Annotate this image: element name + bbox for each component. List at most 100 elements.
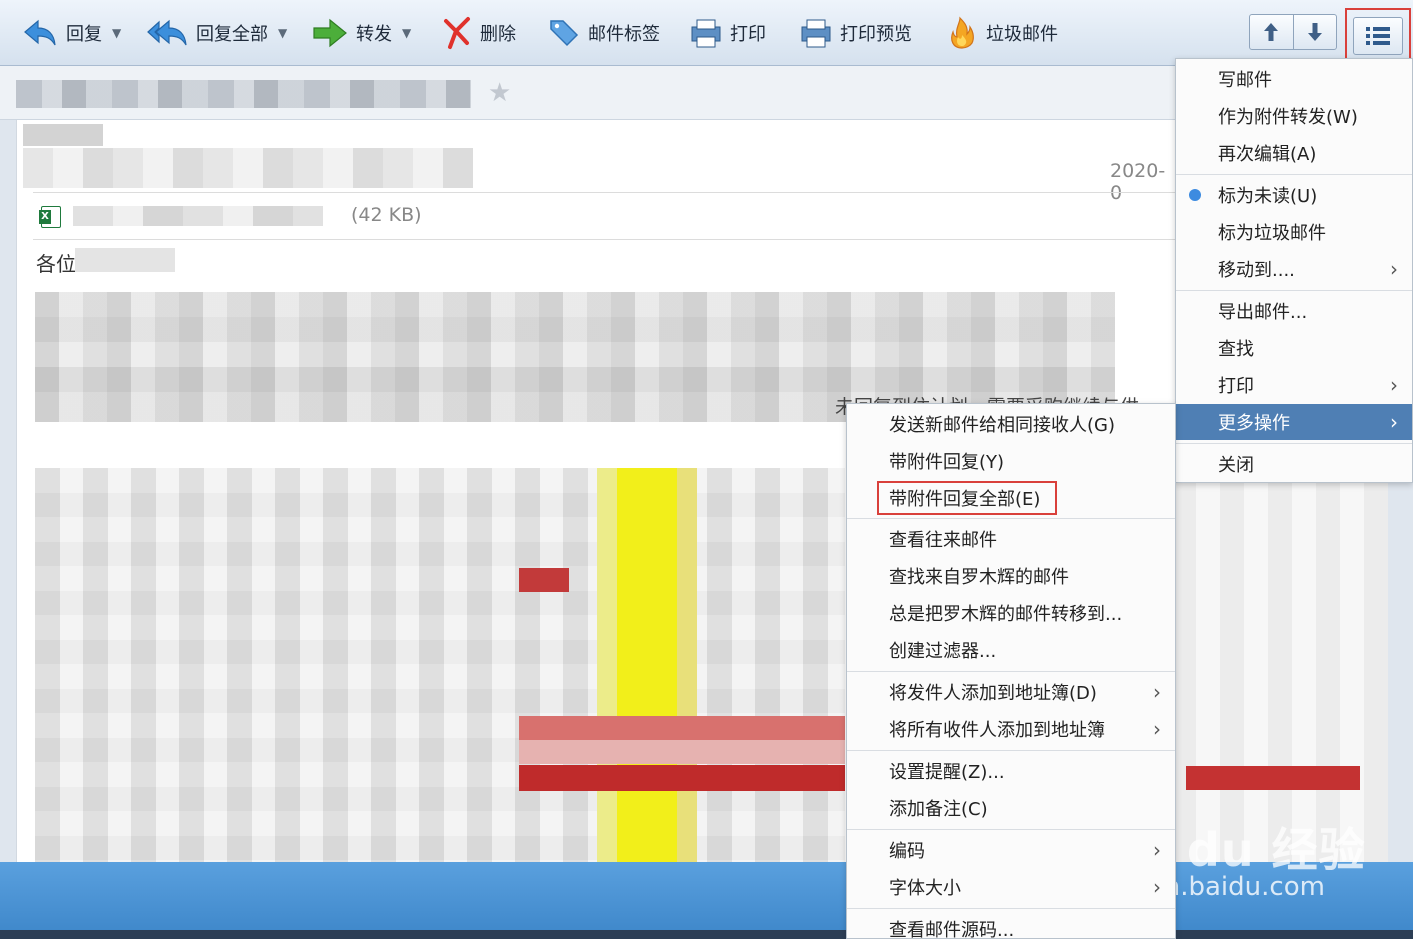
- reply-icon: [24, 19, 56, 46]
- menu-item-label: 标为未读(U): [1218, 186, 1318, 207]
- submenu-view-conversation[interactable]: 查看往来邮件: [847, 521, 1175, 557]
- chevron-right-icon: ›: [1390, 410, 1398, 434]
- reply-button[interactable]: 回复 ▼: [22, 14, 121, 52]
- tag-label: 邮件标签: [588, 24, 660, 45]
- menu-export[interactable]: 导出邮件...: [1176, 293, 1412, 329]
- forward-button[interactable]: 转发 ▼: [312, 14, 411, 52]
- spreadsheet-right-part: [1172, 480, 1388, 862]
- chevron-right-icon: ›: [1153, 875, 1161, 899]
- reply-all-button[interactable]: 回复全部 ▼: [146, 14, 287, 52]
- menu-separator: [1176, 443, 1412, 444]
- chevron-down-icon[interactable]: ▼: [278, 26, 287, 40]
- submenu-add-note[interactable]: 添加备注(C): [847, 790, 1175, 826]
- star-icon[interactable]: ★: [488, 78, 511, 108]
- menu-item-label: 写邮件: [1218, 70, 1272, 91]
- spreadsheet-right-red-row: [1186, 766, 1360, 790]
- tag-icon: [550, 20, 579, 47]
- subject-bar: ★: [0, 66, 1175, 120]
- list-menu-icon: [1366, 26, 1390, 45]
- menu-separator: [1176, 290, 1412, 291]
- submenu-encoding[interactable]: 编码 ›: [847, 832, 1175, 868]
- more-menu-button-face[interactable]: [1353, 16, 1403, 55]
- submenu-add-recipients-to-addressbook[interactable]: 将所有收件人添加到地址簿 ›: [847, 711, 1175, 747]
- menu-item-label: 创建过滤器...: [889, 641, 997, 662]
- more-menu-button[interactable]: [1345, 8, 1411, 63]
- submenu-reply-with-attachment[interactable]: 带附件回复(Y): [847, 443, 1175, 479]
- chevron-right-icon: ›: [1390, 257, 1398, 281]
- submenu-add-sender-to-addressbook[interactable]: 将发件人添加到地址簿(D) ›: [847, 674, 1175, 710]
- embedded-spreadsheet-redacted: [35, 468, 845, 862]
- highlight-box: [877, 481, 1057, 515]
- arrow-down-icon: [1307, 23, 1322, 41]
- delete-label: 删除: [480, 24, 516, 45]
- spreadsheet-dark-red-row: [519, 765, 845, 791]
- taskbar: [0, 930, 1413, 939]
- submenu-create-filter[interactable]: 创建过滤器...: [847, 632, 1175, 668]
- menu-item-label: 发送新邮件给相同接收人(G): [889, 415, 1115, 436]
- print-preview-button[interactable]: 打印预览: [800, 14, 912, 52]
- submenu-set-reminder[interactable]: 设置提醒(Z)...: [847, 753, 1175, 789]
- printer-icon: [691, 19, 721, 48]
- junk-button[interactable]: 垃圾邮件: [946, 14, 1058, 52]
- submenu-always-move-sender[interactable]: 总是把罗木辉的邮件转移到...: [847, 595, 1175, 631]
- chevron-down-icon[interactable]: ▼: [402, 26, 411, 40]
- menu-separator: [847, 829, 1175, 830]
- menu-item-label: 标为垃圾邮件: [1218, 223, 1326, 244]
- menu-item-label: 将发件人添加到地址簿(D): [889, 683, 1097, 704]
- reply-label: 回复: [66, 24, 102, 45]
- subject-redacted: [16, 80, 471, 108]
- menu-item-label: 查看邮件源码...: [889, 920, 1015, 939]
- excel-file-icon: [39, 206, 61, 228]
- reply-all-icon: [147, 19, 187, 46]
- menu-item-label: 更多操作: [1218, 413, 1290, 434]
- menu-mark-unread[interactable]: 标为未读(U): [1176, 177, 1412, 213]
- print-button[interactable]: 打印: [690, 14, 766, 52]
- greeting-text: 各位: [36, 252, 76, 276]
- menu-print[interactable]: 打印 ›: [1176, 367, 1412, 403]
- menu-item-label: 关闭: [1218, 455, 1254, 476]
- menu-forward-as-attachment[interactable]: 作为附件转发(W): [1176, 98, 1412, 134]
- recipients-redacted: [23, 148, 473, 188]
- message-nav: [1249, 14, 1337, 50]
- menu-mark-junk[interactable]: 标为垃圾邮件: [1176, 214, 1412, 250]
- next-message-button[interactable]: [1292, 15, 1337, 49]
- tag-button[interactable]: 邮件标签: [548, 14, 660, 52]
- spreadsheet-highlight-column: [597, 468, 697, 862]
- delete-x-icon: [444, 17, 470, 49]
- menu-item-label: 查看往来邮件: [889, 530, 997, 551]
- menu-more-actions[interactable]: 更多操作 ›: [1176, 404, 1412, 440]
- submenu-font-size[interactable]: 字体大小 ›: [847, 869, 1175, 905]
- menu-compose[interactable]: 写邮件: [1176, 61, 1412, 97]
- menu-item-label: 打印: [1218, 376, 1254, 397]
- arrow-up-icon: [1264, 23, 1279, 41]
- menu-item-label: 设置提醒(Z)...: [889, 762, 1005, 783]
- menu-find[interactable]: 查找: [1176, 330, 1412, 366]
- menu-move-to[interactable]: 移动到.... ›: [1176, 251, 1412, 287]
- delete-button[interactable]: 删除: [442, 14, 516, 52]
- menu-edit-again[interactable]: 再次编辑(A): [1176, 135, 1412, 171]
- menu-separator: [847, 750, 1175, 751]
- previous-message-button[interactable]: [1250, 15, 1293, 49]
- chevron-right-icon: ›: [1153, 717, 1161, 741]
- menu-separator: [1176, 174, 1412, 175]
- reply-all-label: 回复全部: [196, 24, 268, 45]
- spreadsheet-red-cell: [519, 568, 569, 592]
- menu-item-label: 总是把罗木辉的邮件转移到...: [889, 604, 1123, 625]
- menu-item-label: 编码: [889, 841, 925, 862]
- menu-item-label: 查找来自罗木辉的邮件: [889, 567, 1069, 588]
- junk-label: 垃圾邮件: [986, 24, 1058, 45]
- menu-close[interactable]: 关闭: [1176, 446, 1412, 482]
- submenu-view-source[interactable]: 查看邮件源码...: [847, 911, 1175, 939]
- attachment-name-redacted[interactable]: [73, 206, 323, 226]
- submenu-send-to-same-recipients[interactable]: 发送新邮件给相同接收人(G): [847, 406, 1175, 442]
- more-actions-submenu: 发送新邮件给相同接收人(G) 带附件回复(Y) 带附件回复全部(E) 查看往来邮…: [846, 403, 1176, 939]
- desktop-background: [0, 862, 1413, 939]
- toolbar: 回复 ▼ 回复全部 ▼ 转发 ▼ 删除 邮件标签 打印 打印预览 垃圾邮件: [0, 0, 1413, 66]
- mail-date: 2020-0: [1110, 160, 1166, 204]
- divider: [33, 192, 1176, 193]
- chevron-right-icon: ›: [1153, 680, 1161, 704]
- print-preview-label: 打印预览: [840, 24, 912, 45]
- chevron-down-icon[interactable]: ▼: [112, 26, 121, 40]
- submenu-find-from-sender[interactable]: 查找来自罗木辉的邮件: [847, 558, 1175, 594]
- menu-item-label: 再次编辑(A): [1218, 144, 1317, 165]
